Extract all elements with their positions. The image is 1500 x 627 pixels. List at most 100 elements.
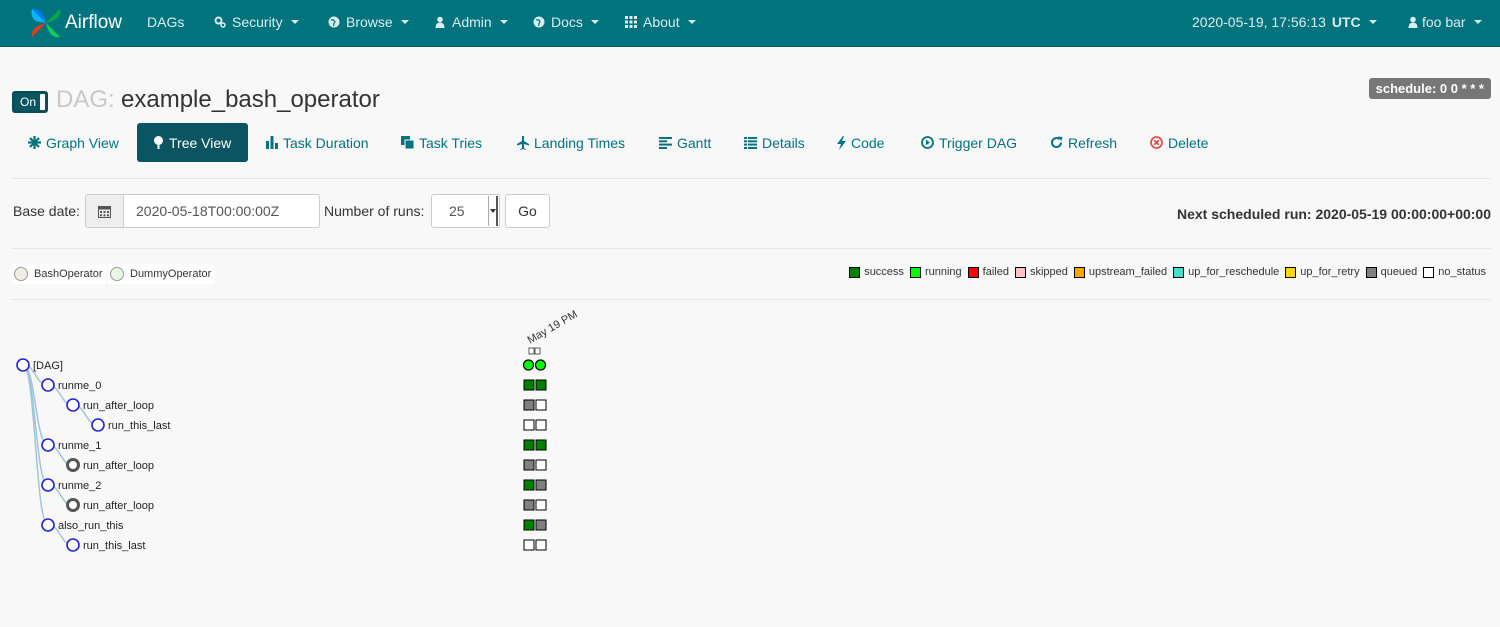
nav-browse-label: Browse: [346, 14, 393, 30]
base-date-label: Base date:: [13, 203, 80, 219]
task-node-collapsed[interactable]: [66, 458, 80, 472]
task-instance-square[interactable]: [535, 439, 547, 451]
task-instance-square[interactable]: [535, 459, 547, 471]
task-node[interactable]: [41, 378, 55, 392]
task-instance-square[interactable]: [523, 439, 535, 451]
task-label[interactable]: runme_0: [58, 380, 101, 392]
divider: [12, 248, 1491, 249]
nav-security-label: Security: [232, 14, 283, 30]
nav-dags[interactable]: DAGs: [147, 14, 184, 30]
grid-icon: [625, 16, 637, 28]
task-label[interactable]: run_this_last: [83, 540, 145, 552]
run-header-tick[interactable]: [528, 347, 535, 355]
task-node[interactable]: [91, 418, 105, 432]
state-swatch: [1073, 266, 1085, 278]
task-node[interactable]: [16, 358, 30, 372]
refresh-icon: [1051, 136, 1063, 149]
user-menu[interactable]: foo bar: [1407, 14, 1482, 30]
nav-docs[interactable]: Docs: [533, 14, 599, 30]
nav-browse[interactable]: Browse: [328, 14, 409, 30]
task-node[interactable]: [41, 438, 55, 452]
chevron-down-icon: [687, 20, 696, 24]
tab-details[interactable]: Details: [728, 123, 821, 162]
task-instance-square[interactable]: [535, 499, 547, 511]
run-header-tick[interactable]: [534, 347, 541, 355]
tree-icon: [154, 136, 163, 149]
dag-pause-toggle[interactable]: On: [12, 91, 48, 113]
task-label[interactable]: runme_1: [58, 440, 101, 452]
num-runs-select[interactable]: 25: [431, 194, 500, 228]
task-label[interactable]: run_this_last: [108, 420, 170, 432]
task-label[interactable]: run_after_loop: [83, 400, 154, 412]
task-label[interactable]: run_after_loop: [83, 500, 154, 512]
tab-task-duration[interactable]: Task Duration: [250, 123, 385, 162]
tab-refresh-label: Refresh: [1068, 134, 1118, 151]
bar-chart-icon: [266, 136, 278, 149]
flash-icon: [837, 135, 846, 150]
nav-admin[interactable]: Admin: [434, 14, 508, 30]
tab-gantt[interactable]: Gantt: [643, 123, 727, 162]
dag-run-circle[interactable]: [522, 359, 535, 371]
chevron-down-icon: [290, 20, 299, 24]
state-legend-skipped: skipped: [1014, 266, 1068, 278]
tree-link: [22, 364, 49, 446]
task-instance-square[interactable]: [523, 459, 535, 471]
task-instance-square[interactable]: [535, 399, 547, 411]
task-instance-square[interactable]: [523, 479, 535, 491]
task-label[interactable]: run_after_loop: [83, 460, 154, 472]
tab-graph-view[interactable]: Graph View: [12, 123, 135, 162]
task-instance-square[interactable]: [523, 399, 535, 411]
toggle-knob: [40, 94, 45, 110]
tab-details-label: Details: [762, 134, 805, 151]
tab-code-label: Code: [851, 134, 885, 151]
task-instance-square[interactable]: [535, 519, 547, 531]
brand-link[interactable]: Airflow: [28, 4, 122, 42]
chevron-down-icon: [1473, 20, 1482, 24]
task-node[interactable]: [41, 518, 55, 532]
duplicate-icon: [401, 136, 414, 149]
task-instance-square[interactable]: [523, 419, 535, 431]
top-navbar: Airflow DAGs Security Browse Admin Docs …: [0, 0, 1500, 47]
task-instance-square[interactable]: [535, 539, 547, 551]
task-instance-square[interactable]: [523, 379, 535, 391]
asterisk-icon: [28, 136, 41, 149]
task-instance-square[interactable]: [535, 379, 547, 391]
tab-tree-view-label: Tree View: [169, 134, 232, 151]
task-instance-square[interactable]: [523, 539, 535, 551]
state-name: queued: [1380, 266, 1418, 278]
tab-trigger-dag[interactable]: Trigger DAG: [905, 123, 1033, 162]
tab-tree-view[interactable]: Tree View: [137, 123, 248, 162]
nav-about[interactable]: About: [625, 14, 696, 30]
task-node-collapsed[interactable]: [66, 498, 80, 512]
task-instance-square[interactable]: [523, 499, 535, 511]
task-instance-square[interactable]: [535, 479, 547, 491]
clock-dropdown[interactable]: 2020-05-19, 17:56:13 UTC: [1192, 14, 1377, 30]
task-label[interactable]: runme_2: [58, 480, 101, 492]
task-node[interactable]: [66, 538, 80, 552]
dag-run-circle[interactable]: [534, 359, 547, 371]
tree-view-chart: May 19 PM [DAG] runme_0 run_after_loop run_t…: [16, 308, 580, 552]
state-name: running: [924, 266, 962, 278]
tab-task-tries[interactable]: Task Tries: [385, 123, 498, 162]
state-legend-queued: queued: [1365, 266, 1418, 278]
task-instance-square[interactable]: [535, 419, 547, 431]
chevron-down-icon: [590, 20, 599, 24]
tab-landing-times[interactable]: Landing Times: [501, 123, 641, 162]
tab-refresh[interactable]: Refresh: [1034, 123, 1133, 162]
go-button[interactable]: Go: [505, 194, 550, 228]
tab-delete[interactable]: Delete: [1134, 123, 1224, 162]
task-label[interactable]: also_run_this: [58, 520, 124, 532]
calendar-button[interactable]: [85, 194, 124, 228]
state-legend: success running failed skipped upstream_fail…: [843, 266, 1486, 278]
task-node[interactable]: [41, 478, 55, 492]
base-date-input[interactable]: [123, 194, 320, 228]
task-label[interactable]: [DAG]: [33, 360, 63, 372]
toggle-label: On: [20, 95, 37, 109]
task-instance-square[interactable]: [523, 519, 535, 531]
nav-security[interactable]: Security: [214, 14, 299, 30]
task-node[interactable]: [66, 398, 80, 412]
schedule-badge: schedule: 0 0 * * *: [1368, 78, 1491, 99]
operator-legend-dummy: DummyOperator: [108, 264, 216, 284]
tab-code[interactable]: Code: [821, 123, 900, 162]
clock-time: 2020-05-19, 17:56:13: [1192, 14, 1326, 30]
